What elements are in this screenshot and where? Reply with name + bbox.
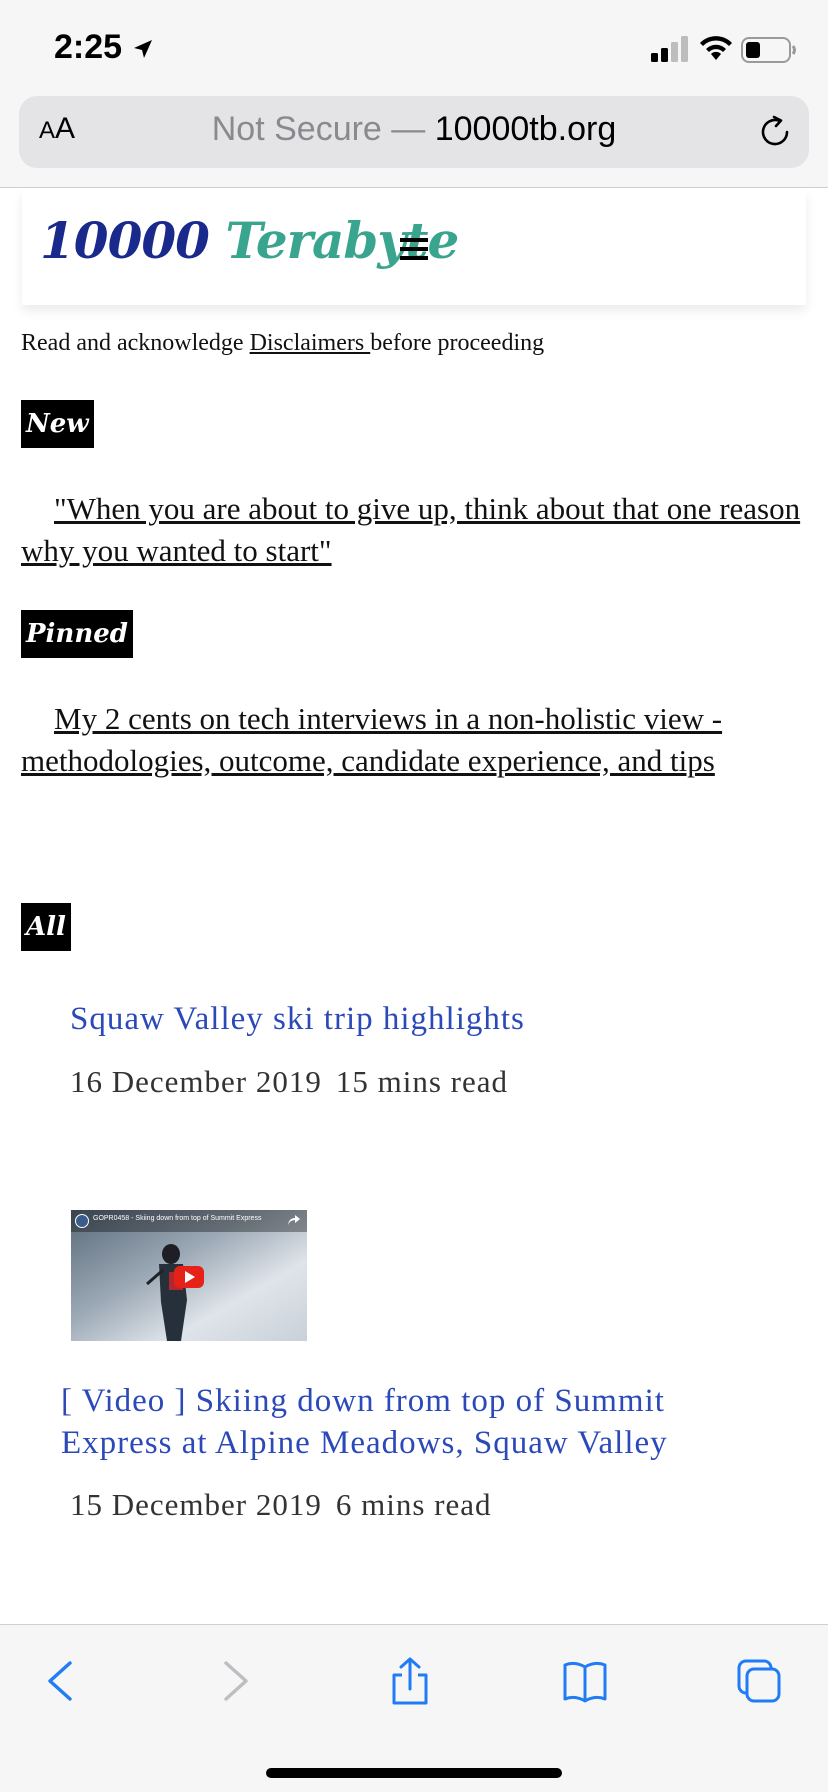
tabs-icon[interactable]	[735, 1657, 783, 1705]
post-title[interactable]: [ Video ] Skiing down from top of Summit…	[61, 1380, 781, 1464]
site-logo[interactable]: 10000 Terabyte	[40, 211, 459, 270]
channel-avatar	[75, 1214, 89, 1228]
video-caption: GOPR0458 - Skiing down from top of Summi…	[93, 1215, 262, 1222]
battery-icon	[741, 37, 796, 63]
pinned-post-link[interactable]: My 2 cents on tech interviews in a non-h…	[21, 698, 811, 782]
new-tag: New	[21, 400, 94, 448]
pinned-tag: Pinned	[21, 610, 133, 658]
post-date: 15 December 2019	[70, 1487, 322, 1522]
forward-icon[interactable]	[210, 1657, 258, 1705]
url-domain: 10000tb.org	[434, 110, 617, 148]
post-read-time: 15 mins read	[335, 1064, 509, 1099]
new-post-link[interactable]: "When you are about to give up, think ab…	[21, 488, 811, 572]
browser-toolbar	[0, 1624, 828, 1792]
skier-figure	[146, 1244, 187, 1341]
share-icon[interactable]	[386, 1657, 434, 1705]
hamburger-menu-icon[interactable]	[400, 237, 428, 261]
not-secure-label: Not Secure —	[211, 110, 435, 148]
share-arrow-icon	[288, 1215, 300, 1225]
post-read-time: 6 mins read	[335, 1487, 492, 1522]
post-date: 16 December 2019	[70, 1064, 322, 1099]
play-button[interactable]	[174, 1266, 204, 1288]
post-meta: 15 December 2019 6 mins read	[70, 1487, 492, 1523]
all-tag: All	[21, 903, 71, 951]
home-indicator	[266, 1768, 562, 1778]
disclaimer-notice: Read and acknowledge Disclaimers before …	[21, 330, 545, 356]
cellular-signal-icon	[651, 36, 688, 62]
site-header: 10000 Terabyte	[22, 189, 806, 305]
back-icon[interactable]	[38, 1657, 86, 1705]
video-thumbnail[interactable]: GOPR0458 - Skiing down from top of Summi…	[71, 1210, 307, 1341]
bookmarks-icon[interactable]	[561, 1657, 609, 1705]
status-bar: 2:25	[0, 0, 828, 92]
wifi-icon	[700, 36, 732, 60]
disclaimers-link[interactable]: Disclaimers	[250, 330, 371, 356]
location-arrow-icon	[134, 40, 152, 58]
browser-url-area: AA Not Secure — 10000tb.org	[0, 92, 828, 188]
post-meta: 16 December 2019 15 mins read	[70, 1064, 508, 1100]
reload-icon[interactable]	[757, 114, 793, 150]
post-title[interactable]: Squaw Valley ski trip highlights	[70, 998, 525, 1040]
status-time: 2:25	[54, 28, 123, 66]
address-bar[interactable]: AA Not Secure — 10000tb.org	[19, 96, 809, 168]
url-display[interactable]: Not Secure — 10000tb.org	[19, 110, 809, 149]
